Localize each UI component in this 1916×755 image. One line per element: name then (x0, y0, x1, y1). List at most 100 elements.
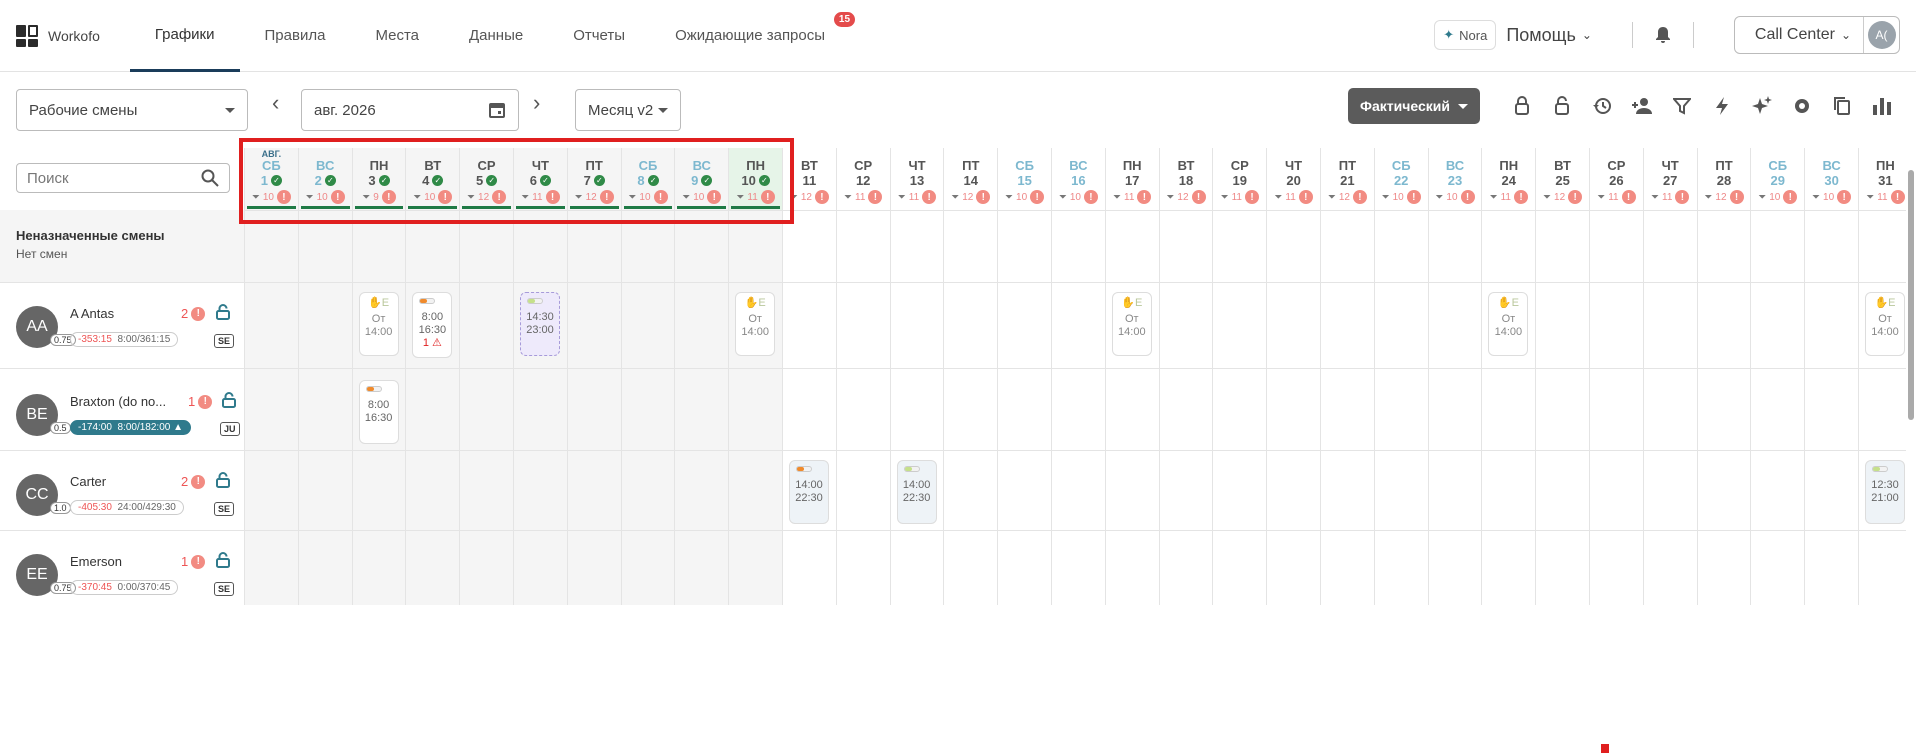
shift-card[interactable]: 14:00 22:30 (896, 460, 937, 524)
error-icon: ! (707, 190, 722, 204)
quick-action-button[interactable] (1708, 92, 1736, 120)
shift-card[interactable]: 12:30 21:00 (1865, 460, 1905, 524)
settings-button[interactable] (1788, 92, 1816, 120)
avatar[interactable]: CC 1.0 (16, 474, 71, 516)
unlock-icon[interactable] (216, 552, 230, 568)
view-select[interactable]: Рабочие смены (16, 89, 248, 131)
nav-tab-1[interactable]: Правила (240, 0, 351, 72)
stats-button[interactable] (1868, 92, 1896, 120)
employee-name[interactable]: Carter (70, 474, 106, 489)
day-header[interactable]: СР 12 ⏷ 11! (837, 148, 890, 210)
shift-color-bar (527, 298, 543, 304)
org-selector[interactable]: Call Center ⌄ A( (1733, 16, 1900, 54)
shift-card[interactable]: ✋E От 14:00 (1488, 292, 1529, 356)
history-button[interactable] (1588, 92, 1616, 120)
shift-card[interactable]: ✋E От 14:00 (735, 292, 776, 356)
day-header[interactable]: ЧТ 6 ✓ ⏷ 11! (514, 148, 567, 210)
day-header[interactable]: ВС 9 ✓ ⏷ 10! (675, 148, 728, 210)
warning-count[interactable]: 2! (181, 306, 206, 321)
day-header[interactable]: ВС 23 ⏷ 10! (1429, 148, 1482, 210)
nav-tab-4[interactable]: Отчеты (548, 0, 650, 72)
day-of-week: СБ (1015, 158, 1034, 173)
day-header[interactable]: ЧТ 13 ⏷ 11! (891, 148, 944, 210)
day-column: ПН 3 ✓ ⏷ 9! (351, 148, 406, 605)
warning-count[interactable]: 1! (188, 394, 213, 409)
day-header[interactable]: ВТ 18 ⏷ 12! (1160, 148, 1213, 210)
day-column: СР 19 ⏷ 11! (1212, 148, 1266, 605)
day-header[interactable]: ПН 17 ⏷ 11! (1106, 148, 1159, 210)
nav-tab-2[interactable]: Места (350, 0, 444, 72)
nav-tab-3[interactable]: Данные (444, 0, 548, 72)
day-header[interactable]: АВГ. СБ 1 ✓ ⏷ 10! (245, 148, 298, 210)
day-header[interactable]: ПТ 7 ✓ ⏷ 12! (568, 148, 621, 210)
day-number: 21 (1340, 173, 1355, 188)
day-column: СР 5 ✓ ⏷ 12! (459, 148, 513, 605)
shift-card[interactable]: ✋E От 14:00 (1865, 292, 1905, 356)
day-header[interactable]: СБ 8 ✓ ⏷ 10! (622, 148, 675, 210)
nav-tab-0[interactable]: Графики (129, 0, 240, 72)
employee-name[interactable]: A Antas (70, 306, 114, 321)
day-header[interactable]: ЧТ 20 ⏷ 11! (1267, 148, 1320, 210)
shift-card[interactable]: ✋E От 14:00 (358, 292, 399, 356)
nora-button[interactable]: ✦ Nora (1434, 20, 1497, 50)
unlock-icon[interactable] (216, 304, 230, 320)
prev-month-button[interactable]: ‹ (272, 90, 279, 116)
day-header[interactable]: ВТ 11 ⏷ 12! (783, 148, 836, 210)
notifications-button[interactable] (1643, 26, 1683, 44)
avatar[interactable]: EE 0.75 (16, 554, 76, 596)
employee-name[interactable]: Braxton (do no... (70, 394, 166, 409)
day-header[interactable]: СБ 15 ⏷ 10! (998, 148, 1051, 210)
shift-card[interactable]: 14:00 22:30 (789, 460, 829, 524)
unlock-button[interactable] (1548, 92, 1576, 120)
day-header[interactable]: СБ 22 ⏷ 10! (1375, 148, 1428, 210)
filter-icon: ⏷ (1543, 191, 1552, 203)
day-column: СР 26 ⏷ 11! (1589, 148, 1643, 605)
shift-card[interactable]: 8:00 16:30 1 ⚠ (412, 292, 453, 358)
day-header[interactable]: ВТ 4 ✓ ⏷ 10! (406, 148, 459, 210)
shift-card[interactable]: 14:30 23:00 (520, 292, 560, 356)
fte-badge: 0.5 (50, 422, 71, 434)
day-header[interactable]: ПТ 21 ⏷ 12! (1321, 148, 1374, 210)
add-person-button[interactable] (1628, 92, 1656, 120)
period-select[interactable]: Месяц v2 (575, 89, 681, 131)
day-header[interactable]: ПН 10 ✓ ⏷ 11! (729, 148, 782, 210)
day-header[interactable]: ЧТ 27 ⏷ 11! (1644, 148, 1697, 210)
nav-tab-5[interactable]: Ожидающие запросы 15 (650, 0, 861, 72)
day-header[interactable]: СР 26 ⏷ 11! (1590, 148, 1643, 210)
avatar[interactable]: BE 0.5 (16, 394, 71, 436)
avatar[interactable]: AA 0.75 (16, 306, 76, 348)
date-picker[interactable]: авг. 2026 (301, 89, 519, 131)
vertical-scrollbar[interactable] (1906, 150, 1916, 420)
day-header[interactable]: ПН 31 ⏷ 11! (1859, 148, 1912, 210)
day-header[interactable]: ПН 24 ⏷ 11! (1482, 148, 1535, 210)
search-input[interactable]: Поиск (16, 163, 230, 193)
unlock-icon[interactable] (216, 472, 230, 488)
coverage-bar (462, 206, 511, 209)
shift-card[interactable]: ✋E От 14:00 (1111, 292, 1152, 356)
employee-name[interactable]: Emerson (70, 554, 122, 569)
day-header[interactable]: ВТ 25 ⏷ 12! (1536, 148, 1589, 210)
warning-count[interactable]: 1! (181, 554, 206, 569)
app-logo[interactable]: Workofo (16, 24, 100, 47)
warning-count[interactable]: 2! (181, 474, 206, 489)
user-avatar[interactable]: A( (1867, 21, 1896, 49)
lock-button[interactable] (1508, 92, 1536, 120)
day-header[interactable]: ПН 3 ✓ ⏷ 9! (353, 148, 406, 210)
shift-card[interactable]: 8:00 16:30 (358, 380, 399, 444)
copy-button[interactable] (1828, 92, 1856, 120)
day-header[interactable]: ПТ 28 ⏷ 12! (1698, 148, 1751, 210)
help-menu[interactable]: Помощь ⌄ (1506, 25, 1592, 46)
day-header[interactable]: ПТ 14 ⏷ 12! (944, 148, 997, 210)
day-header[interactable]: ВС 2 ✓ ⏷ 10! (299, 148, 352, 210)
nav-tab-label: Данные (469, 27, 524, 44)
next-month-button[interactable]: › (533, 90, 540, 116)
actual-mode-button[interactable]: Фактический (1348, 88, 1480, 124)
day-header[interactable]: СР 19 ⏷ 11! (1213, 148, 1266, 210)
unlock-icon[interactable] (222, 392, 236, 408)
day-header[interactable]: ВС 30 ⏷ 10! (1805, 148, 1858, 210)
ai-button[interactable] (1748, 92, 1776, 120)
day-header[interactable]: СР 5 ✓ ⏷ 12! (460, 148, 513, 210)
day-header[interactable]: СБ 29 ⏷ 10! (1751, 148, 1804, 210)
day-header[interactable]: ВС 16 ⏷ 10! (1052, 148, 1105, 210)
filter-button[interactable] (1668, 92, 1696, 120)
